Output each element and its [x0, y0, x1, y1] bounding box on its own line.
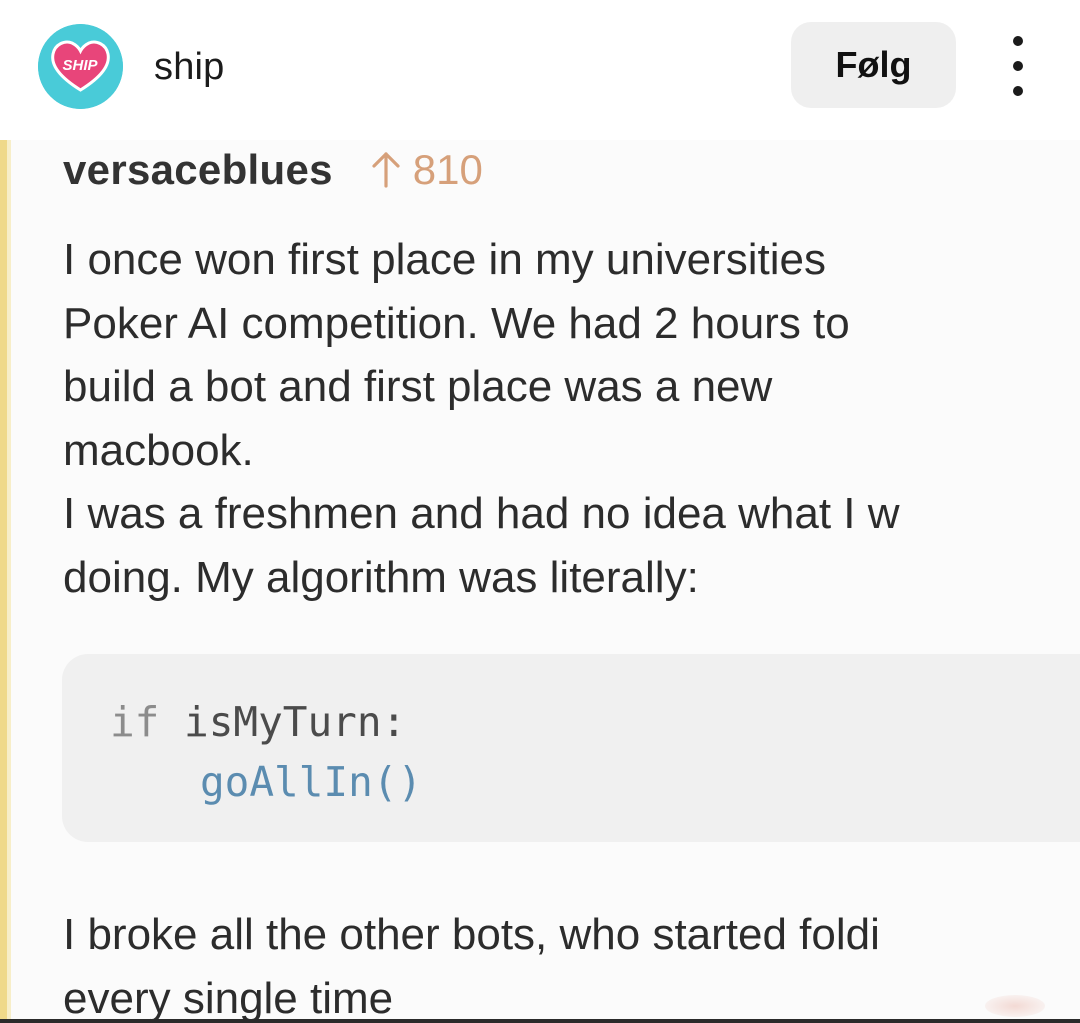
comment-header: versaceblues 810 — [63, 146, 483, 194]
comment-paragraph: I was a freshmen and had no idea what I … — [63, 482, 900, 609]
comment-line: build a bot and first place was a new — [63, 362, 773, 411]
code-line: if isMyTurn: — [110, 698, 406, 746]
code-condition: isMyTurn: — [159, 698, 407, 746]
comment-thread-line — [0, 140, 7, 1023]
comment-line: macbook. — [63, 425, 254, 475]
upvote-count: 810 — [412, 146, 483, 193]
ship-logo: SHIP — [38, 24, 123, 109]
post-divider — [0, 1019, 1080, 1023]
image-artifact — [985, 995, 1045, 1017]
more-dot — [1013, 86, 1023, 96]
comment-line: I was a freshmen and had no idea what I … — [63, 489, 900, 538]
more-dot — [1013, 36, 1023, 46]
comment-line: every single time — [63, 973, 394, 1023]
arrow-up-icon — [371, 150, 401, 188]
account-avatar[interactable]: SHIP — [38, 24, 123, 109]
code-keyword: if — [110, 698, 160, 746]
svg-text:SHIP: SHIP — [62, 57, 98, 74]
comment-paragraph: I broke all the other bots, who started … — [63, 903, 880, 1023]
post-header: SHIP ship Følg — [0, 0, 1080, 140]
comment-line: Poker AI competition. We had 2 hours to — [63, 298, 850, 348]
comment-line: I broke all the other bots, who started … — [63, 910, 880, 959]
comment-paragraph: I once won first place in my universitie… — [63, 228, 850, 482]
comment-username: versaceblues — [63, 146, 333, 193]
account-name[interactable]: ship — [154, 46, 225, 89]
more-dot — [1013, 61, 1023, 71]
post-image: versaceblues 810 I once won first place … — [0, 140, 1080, 1023]
comment-thread-line-shadow — [7, 140, 11, 1023]
comment-line: I once won first place in my universitie… — [63, 235, 826, 284]
follow-button[interactable]: Følg — [791, 22, 956, 108]
more-options-icon[interactable] — [996, 36, 1040, 96]
code-call: goAllIn() — [200, 758, 423, 806]
comment-line: doing. My algorithm was literally: — [63, 552, 699, 602]
code-block: if isMyTurn: goAllIn() — [62, 654, 1080, 842]
